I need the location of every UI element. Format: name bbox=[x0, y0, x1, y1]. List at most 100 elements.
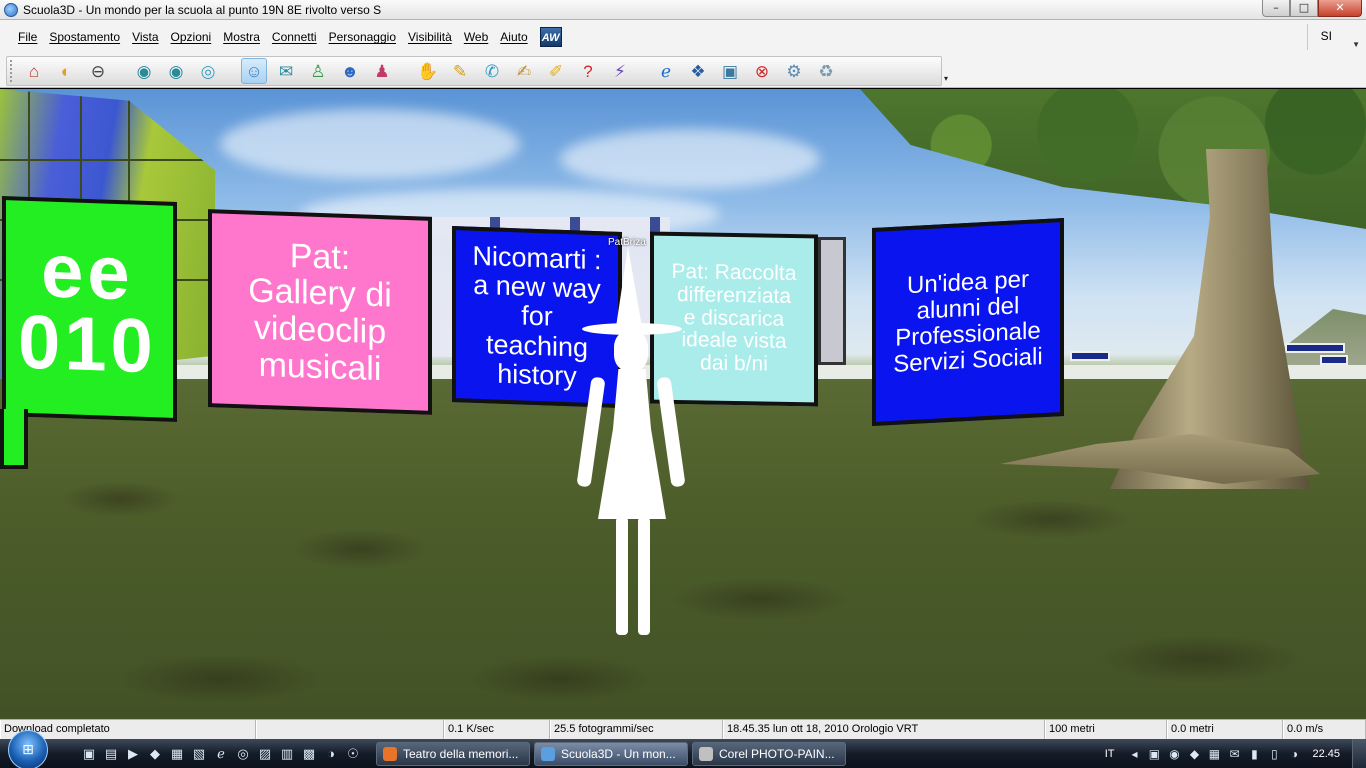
quicklaunch-icon[interactable]: ▶ bbox=[124, 745, 142, 763]
taskbar-button-0[interactable]: Teatro della memori... bbox=[376, 741, 530, 766]
sign-servizi-sociali[interactable]: Un'idea per alunni del Professionale Ser… bbox=[872, 217, 1064, 427]
lightning-icon[interactable]: ⚡ bbox=[607, 58, 633, 84]
chat-bubble-icon[interactable]: ✆ bbox=[479, 58, 505, 84]
taskbar-button-2[interactable]: Corel PHOTO-PAIN... bbox=[692, 741, 846, 766]
3d-viewport[interactable]: ee 010 Pat: Gallery di videoclip musical… bbox=[0, 89, 1366, 719]
menu-spostamento[interactable]: Spostamento bbox=[49, 30, 120, 44]
app-icon[interactable] bbox=[4, 2, 18, 17]
menu-connetti[interactable]: Connetti bbox=[272, 30, 317, 44]
gesture-icon[interactable]: ✋ bbox=[415, 58, 441, 84]
activeworlds-logo[interactable]: AW bbox=[539, 27, 562, 47]
quicklaunch-icon[interactable]: ☉ bbox=[344, 745, 362, 763]
pen-icon[interactable]: ✎ bbox=[447, 58, 473, 84]
quicklaunch-icon[interactable]: ℯ bbox=[212, 745, 230, 763]
menu-opzioni[interactable]: Opzioni bbox=[171, 30, 212, 44]
stop-icon[interactable]: ⊖ bbox=[85, 58, 111, 84]
users-icon[interactable]: ☻ bbox=[337, 58, 363, 84]
eye-alt-icon[interactable]: ◉ bbox=[163, 58, 189, 84]
quicklaunch-icon[interactable]: ◑ bbox=[322, 745, 340, 763]
window-title: Scuola3D - Un mondo per la scuola al pun… bbox=[23, 2, 382, 17]
back-icon[interactable]: ◐ bbox=[53, 58, 79, 84]
task-buttons: Teatro della memori... Scuola3D - Un mon.… bbox=[372, 741, 846, 766]
avatar-icon[interactable]: ☺ bbox=[241, 58, 267, 84]
show-desktop-button[interactable] bbox=[1352, 739, 1366, 768]
scroll-down-icon[interactable]: ▼ bbox=[1352, 40, 1360, 49]
menu-web[interactable]: Web bbox=[464, 30, 488, 44]
tray-icon[interactable]: ◉ bbox=[1167, 747, 1181, 761]
menu-personaggio[interactable]: Personaggio bbox=[329, 30, 396, 44]
avatar-arm bbox=[656, 376, 686, 488]
quicklaunch-icon[interactable]: ▨ bbox=[256, 745, 274, 763]
tray-icon[interactable]: ✉ bbox=[1227, 747, 1241, 761]
tray-icon[interactable]: ▣ bbox=[1147, 747, 1161, 761]
status-cell-4: 18.45.35 lun ott 18, 2010 Orologio VRT bbox=[723, 720, 1045, 740]
avatar-name-tag: PatBriza bbox=[608, 237, 646, 248]
telegram-icon[interactable]: ✉ bbox=[273, 58, 299, 84]
tray-icon[interactable]: ▦ bbox=[1207, 747, 1221, 761]
menu-visibilita[interactable]: Visibilità bbox=[408, 30, 452, 44]
question-icon[interactable]: ? bbox=[575, 58, 601, 84]
tray-icon[interactable]: ▮ bbox=[1247, 747, 1261, 761]
home-icon[interactable]: ⌂ bbox=[21, 58, 47, 84]
status-cell-1 bbox=[256, 720, 444, 740]
app-icon bbox=[541, 746, 555, 761]
quicklaunch-icon[interactable]: ▧ bbox=[190, 745, 208, 763]
cloud bbox=[560, 129, 820, 189]
menu-separator bbox=[1307, 24, 1308, 50]
settings-icon[interactable]: ⚙ bbox=[781, 58, 807, 84]
friends-icon[interactable]: ♟ bbox=[369, 58, 395, 84]
status-cell-3: 25.5 fotogrammi/sec bbox=[550, 720, 723, 740]
sign-gallery-videoclip[interactable]: Pat: Gallery di videoclip musicali bbox=[208, 209, 432, 415]
camera-icon[interactable]: ▣ bbox=[717, 58, 743, 84]
language-indicator[interactable]: IT bbox=[1105, 748, 1115, 760]
toolbar: ⌂ ◐ ⊖ ◉ ◉ ◎ ☺ ✉ ♙ ☻ ♟ ✋ ✎ ✆ ✍ ✐? ⚡ ℯ ❖ ▣ ⊗ ⚙ ♻ ▾ bbox=[0, 54, 1366, 88]
taskbar-button-1[interactable]: Scuola3D - Un mon... bbox=[534, 741, 688, 766]
quicklaunch-icon[interactable]: ▣ bbox=[80, 745, 98, 763]
avatar-hat bbox=[616, 247, 642, 327]
quicklaunch-icon[interactable]: ▩ bbox=[300, 745, 318, 763]
menu-vista[interactable]: Vista bbox=[132, 30, 158, 44]
avatar-leg bbox=[638, 517, 650, 635]
quicklaunch-icon[interactable]: ◆ bbox=[146, 745, 164, 763]
sign-pink-text: Pat: Gallery di videoclip musicali bbox=[248, 236, 392, 388]
eye-icon[interactable]: ◉ bbox=[131, 58, 157, 84]
tray-icon[interactable]: ◂ bbox=[1127, 747, 1141, 761]
avatar-head bbox=[614, 331, 648, 371]
start-button[interactable]: ⊞ bbox=[8, 729, 48, 768]
tray-icon[interactable]: ◑ bbox=[1287, 747, 1301, 761]
clock[interactable]: 22.45 bbox=[1312, 748, 1340, 760]
tree-canopy bbox=[860, 89, 1366, 229]
tray-icon[interactable]: ▯ bbox=[1267, 747, 1281, 761]
sign-blue2-text: Un'idea per alunni del Professionale Ser… bbox=[893, 265, 1043, 378]
quicklaunch-icon[interactable]: ▤ bbox=[102, 745, 120, 763]
tray-icon[interactable]: ◆ bbox=[1187, 747, 1201, 761]
cloud bbox=[220, 109, 520, 179]
quicklaunch-icon[interactable]: ◎ bbox=[234, 745, 252, 763]
sign-green[interactable]: ee 010 bbox=[2, 195, 177, 423]
minimize-button[interactable]: – bbox=[1262, 0, 1290, 17]
edit-icon[interactable]: ✐ bbox=[543, 58, 569, 84]
status-cell-2: 0.1 K/sec bbox=[444, 720, 550, 740]
maximize-button[interactable]: □ bbox=[1290, 0, 1318, 17]
eye-rotate-icon[interactable]: ◎ bbox=[195, 58, 221, 84]
quicklaunch-icon[interactable]: ▦ bbox=[168, 745, 186, 763]
quicklaunch-icon[interactable]: ▥ bbox=[278, 745, 296, 763]
taskbar-button-label: Scuola3D - Un mon... bbox=[561, 746, 676, 761]
menu-aiuto[interactable]: Aiuto bbox=[500, 30, 527, 44]
status-bar: Download completato 0.1 K/sec 25.5 fotogra… bbox=[0, 719, 1366, 740]
menu-mostra[interactable]: Mostra bbox=[223, 30, 260, 44]
toolbar-grip[interactable] bbox=[10, 60, 14, 82]
window-controls: – □ ✕ bbox=[1262, 0, 1362, 17]
user-icon[interactable]: ♙ bbox=[305, 58, 331, 84]
avatar-witch[interactable] bbox=[576, 247, 688, 637]
close-button[interactable]: ✕ bbox=[1318, 0, 1362, 17]
menu-si[interactable]: SI bbox=[1321, 29, 1332, 43]
menu-file[interactable]: File bbox=[18, 30, 37, 44]
close-circle-icon[interactable]: ⊗ bbox=[749, 58, 775, 84]
clean-icon[interactable]: ♻ bbox=[813, 58, 839, 84]
notepad-icon[interactable]: ✍ bbox=[511, 58, 537, 84]
internet-explorer-icon[interactable]: ℯ bbox=[653, 58, 679, 84]
toolbar-overflow-icon[interactable]: ▾ bbox=[944, 74, 948, 83]
aw-icon[interactable]: ❖ bbox=[685, 58, 711, 84]
status-cell-5: 100 metri bbox=[1045, 720, 1167, 740]
